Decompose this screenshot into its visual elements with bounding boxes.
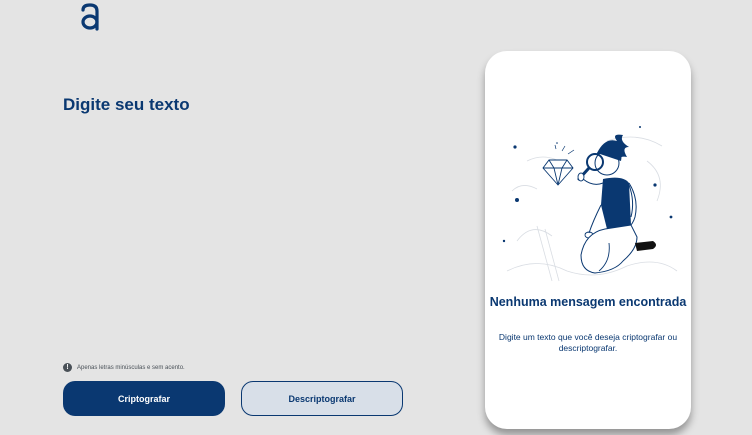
- exclamation-circle-icon: !: [63, 363, 72, 372]
- text-input[interactable]: [63, 128, 463, 348]
- hint-text: Apenas letras minúsculas e sem acento.: [77, 364, 185, 371]
- page: Digite seu texto ! Apenas letras minúscu…: [0, 0, 752, 435]
- hint: ! Apenas letras minúsculas e sem acento.: [63, 363, 185, 372]
- output-panel: Nenhuma mensagem encontrada Digite um te…: [485, 51, 691, 429]
- editor-title: Digite seu texto: [63, 95, 190, 114]
- person-magnifying-glass-illustration-icon: [502, 126, 678, 282]
- decrypt-button[interactable]: Descriptografar: [241, 381, 403, 416]
- empty-state-title: Nenhuma mensagem encontrada: [489, 295, 687, 309]
- encrypt-button[interactable]: Criptografar: [63, 381, 225, 416]
- alura-logo-icon[interactable]: [78, 2, 102, 32]
- empty-state-message: Digite um texto que você deseja criptogr…: [498, 332, 678, 353]
